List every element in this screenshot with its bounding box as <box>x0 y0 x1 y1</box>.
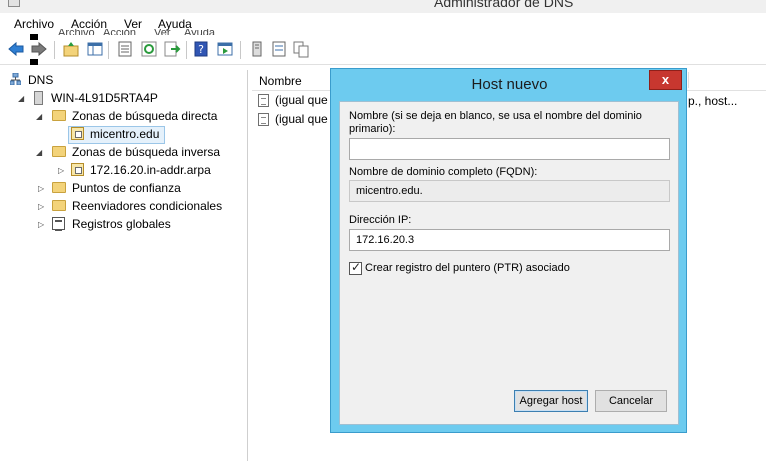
tree-label-micentro-edu: micentro.edu <box>90 127 160 141</box>
folder-icon <box>52 182 66 193</box>
tree-item-conditional-forwarders[interactable]: ▷ Reenviadores condicionales <box>6 198 242 216</box>
name-field[interactable] <box>349 138 670 160</box>
tree-label-conditional-forwarders: Reenviadores condicionales <box>72 199 223 213</box>
dialog-body: Nombre (si se deja en blanco, se usa el … <box>339 101 679 425</box>
help-icon[interactable]: ? <box>192 40 210 58</box>
collapse-arrow-icon[interactable]: ◢ <box>36 148 42 157</box>
zone-icon <box>71 163 84 176</box>
global-logs-icon <box>52 217 65 231</box>
server-icon <box>34 91 43 105</box>
new-host-dialog: Host nuevo x Nombre (si se deja en blanc… <box>330 68 687 433</box>
record-icon <box>258 94 269 107</box>
expand-arrow-icon[interactable]: ▷ <box>38 220 44 229</box>
tree-label-dns: DNS <box>28 73 54 87</box>
export-icon[interactable] <box>163 40 181 58</box>
ptr-checkbox[interactable] <box>349 260 362 275</box>
record-icon <box>258 113 269 126</box>
folder-icon <box>52 200 66 211</box>
name-label: Nombre (si se deja en blanco, se usa el … <box>349 110 642 135</box>
tree-label-server: WIN-4L91D5RTA4P <box>51 91 158 105</box>
menu-archivo[interactable]: Archivo <box>14 17 54 31</box>
tree-label-reverse-zone: 172.16.20.in-addr.arpa <box>90 163 211 177</box>
tree-label-forward-zones: Zonas de búsqueda directa <box>72 109 218 123</box>
window-title-bar: Administrador de DNS <box>0 0 766 13</box>
list-item-name: (igual que <box>275 112 328 126</box>
close-button[interactable]: x <box>649 70 682 90</box>
tree-item-reverse-zones[interactable]: ◢ Zonas de búsqueda inversa <box>6 144 242 162</box>
close-icon: x <box>661 72 670 87</box>
svg-text:?: ? <box>198 43 204 56</box>
dns-icon <box>10 73 21 85</box>
toolbar: ? <box>0 34 766 65</box>
tree-label-reverse-zones: Zonas de búsqueda inversa <box>72 145 221 159</box>
window-title: Administrador de DNS <box>434 0 574 10</box>
app-icon <box>8 0 20 7</box>
tree-label-global-logs: Registros globales <box>72 217 171 231</box>
fqdn-field: micentro.edu. <box>349 180 670 202</box>
tree-item-trust-points[interactable]: ▷ Puntos de confianza <box>6 180 242 198</box>
collapse-arrow-icon[interactable]: ◢ <box>36 112 42 121</box>
tree-item-forward-zones[interactable]: ◢ Zonas de búsqueda directa <box>6 108 242 126</box>
list-item-name: (igual que <box>275 93 328 107</box>
ip-address-field[interactable]: 172.16.20.3 <box>349 229 670 251</box>
folder-icon <box>52 146 66 157</box>
console-tree-icon[interactable] <box>86 40 104 58</box>
back-arrow-icon[interactable] <box>7 40 25 58</box>
zone-icon <box>71 127 84 140</box>
show-action-pane-icon[interactable] <box>216 40 234 58</box>
tree-item-dns[interactable]: DNS <box>6 72 206 90</box>
artifact-mark <box>30 59 38 65</box>
tree-label-trust-points: Puntos de confianza <box>72 181 181 195</box>
copy-icon[interactable] <box>292 40 310 58</box>
dialog-title: Host nuevo <box>471 76 548 93</box>
collapse-arrow-icon[interactable]: ◢ <box>18 94 24 103</box>
column-header-nombre[interactable]: Nombre <box>259 74 302 88</box>
toolbar-separator <box>240 41 241 59</box>
tree-item-micentro-edu[interactable]: micentro.edu <box>6 126 176 144</box>
expand-arrow-icon[interactable]: ▷ <box>38 202 44 211</box>
list-item[interactable]: (igual que <box>258 92 338 110</box>
forward-arrow-icon[interactable] <box>30 40 48 58</box>
add-host-button[interactable]: Agregar host <box>514 390 588 412</box>
ip-label: Dirección IP: <box>349 214 412 226</box>
fqdn-label: Nombre de dominio completo (FQDN): <box>349 166 538 178</box>
tree-item-global-logs[interactable]: ▷ Registros globales <box>6 216 242 234</box>
tree-item-server[interactable]: ◢ WIN-4L91D5RTA4P <box>6 90 236 108</box>
refresh-icon[interactable] <box>140 40 158 58</box>
console-tree: DNS ◢ WIN-4L91D5RTA4P ◢ Zonas de búsqued… <box>6 70 248 461</box>
expand-arrow-icon[interactable]: ▷ <box>38 184 44 193</box>
folder-icon <box>52 110 66 121</box>
cancel-button[interactable]: Cancelar <box>595 390 667 412</box>
toolbar-separator <box>186 41 187 59</box>
column-separator <box>688 72 689 88</box>
expand-arrow-icon[interactable]: ▷ <box>58 166 64 175</box>
properties-icon[interactable] <box>116 40 134 58</box>
folder-up-icon[interactable] <box>62 40 80 58</box>
toolbar-separator <box>108 41 109 59</box>
tree-item-reverse-zone[interactable]: ▷ 172.16.20.in-addr.arpa <box>6 162 242 180</box>
server-icon[interactable] <box>248 40 266 58</box>
list-item[interactable]: (igual que <box>258 111 338 129</box>
list-item-data: p., host... <box>688 94 738 108</box>
ptr-checkbox-label[interactable]: Crear registro del puntero (PTR) asociad… <box>365 262 665 275</box>
toolbar-separator <box>54 41 55 59</box>
list-icon[interactable] <box>270 40 288 58</box>
